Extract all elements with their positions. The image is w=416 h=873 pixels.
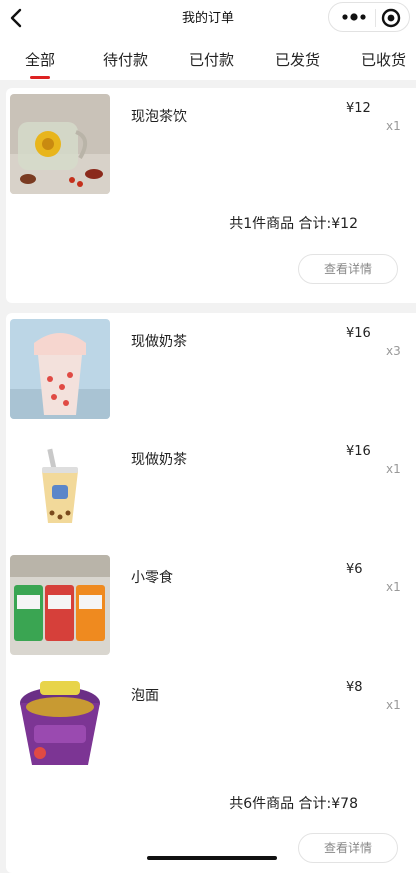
view-details-button[interactable]: 查看详情 [298,833,398,863]
product-image [10,94,110,194]
order-item[interactable]: 现做奶茶 ¥16 x1 [10,437,414,537]
product-name: 现做奶茶 [131,334,187,350]
tab-pending-payment[interactable]: 待付款 [103,49,148,70]
nav-bar: 我的订单 [0,0,416,36]
product-name: 小零食 [131,570,173,586]
order-status-tabs: 全部 待付款 已付款 已发货 已收货 [0,36,416,80]
product-image [10,673,110,773]
order-item[interactable]: 小零食 ¥6 x1 [10,555,414,655]
mini-program-capsule [328,2,410,32]
product-price: ¥16 [346,444,371,459]
more-dots-icon[interactable] [337,7,371,27]
order-card: 现做奶茶 ¥16 x3 现做奶茶 ¥16 x1 小零食 ¥6 x1 泡面 ¥8 … [6,313,416,873]
order-item[interactable]: 现做奶茶 ¥16 x3 [10,319,414,419]
product-price: ¥16 [346,326,371,341]
product-price: ¥12 [346,101,371,116]
order-item[interactable]: 泡面 ¥8 x1 [10,673,414,773]
capsule-divider [375,9,376,27]
product-quantity: x1 [386,119,401,133]
active-tab-indicator [30,76,50,79]
product-quantity: x3 [386,344,401,358]
view-details-button[interactable]: 查看详情 [298,254,398,284]
order-summary: 共6件商品 合计:¥78 [229,796,358,812]
product-image [10,555,110,655]
product-name: 现做奶茶 [131,452,187,468]
home-indicator [147,856,277,860]
tab-all[interactable]: 全部 [25,49,55,70]
product-image [10,319,110,419]
product-price: ¥6 [346,562,363,577]
product-name: 现泡茶饮 [131,109,187,125]
order-summary: 共1件商品 合计:¥12 [229,216,358,232]
product-image [10,437,110,537]
order-card: 现泡茶饮 ¥12 x1 共1件商品 合计:¥12 查看详情 [6,88,416,303]
close-target-icon[interactable] [380,7,402,29]
product-price: ¥8 [346,680,363,695]
product-name: 泡面 [131,688,159,704]
tab-received[interactable]: 已收货 [361,49,406,70]
product-quantity: x1 [386,698,401,712]
tab-paid[interactable]: 已付款 [189,49,234,70]
tab-shipped[interactable]: 已发货 [275,49,320,70]
product-quantity: x1 [386,462,401,476]
product-quantity: x1 [386,580,401,594]
order-item[interactable]: 现泡茶饮 ¥12 x1 [10,94,414,194]
